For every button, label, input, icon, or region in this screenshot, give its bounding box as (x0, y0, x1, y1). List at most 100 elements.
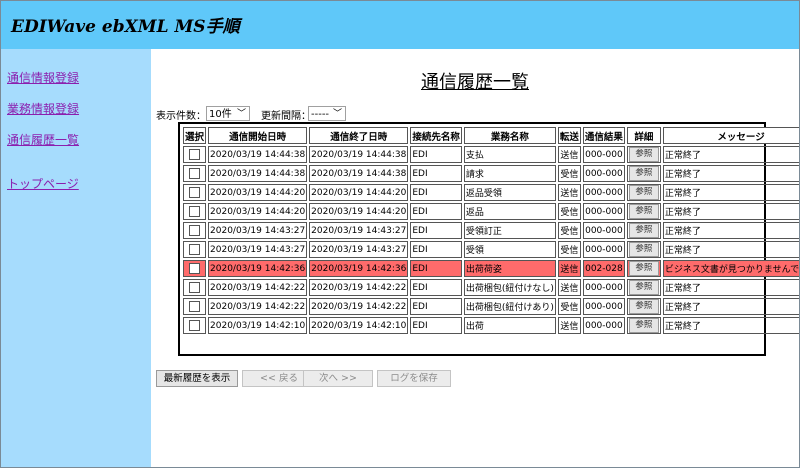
start-time-cell: 2020/03/19 14:44:38 (208, 165, 308, 182)
detail-button[interactable]: 参照 (628, 299, 659, 314)
detail-button[interactable]: 参照 (628, 223, 659, 238)
start-time-cell: 2020/03/19 14:43:27 (208, 241, 308, 258)
direction-cell: 送信 (557, 184, 581, 201)
partner-cell: EDI (410, 184, 462, 201)
detail-cell: 参照 (626, 165, 661, 182)
row-select-checkbox[interactable] (189, 244, 200, 255)
business-cell: 出荷荷姿 (463, 260, 556, 277)
partner-cell: EDI (410, 317, 462, 334)
business-cell: 出荷梱包(紐付けなし) (463, 279, 556, 296)
row-select-cell (183, 146, 207, 163)
display-count-label: 表示件数： (156, 111, 206, 122)
row-select-checkbox[interactable] (189, 282, 200, 293)
end-time-cell: 2020/03/19 14:44:38 (309, 165, 409, 182)
table-row: 2020/03/19 14:42:22 2020/03/19 14:42:22 ED… (183, 298, 799, 315)
row-select-checkbox[interactable] (189, 225, 200, 236)
column-header-detail: 詳細 (626, 127, 661, 144)
business-cell: 請求 (463, 165, 556, 182)
direction-cell: 送信 (557, 317, 581, 334)
detail-cell: 参照 (626, 146, 661, 163)
row-select-cell (183, 260, 207, 277)
partner-cell: EDI (410, 222, 462, 239)
end-time-cell: 2020/03/19 14:43:27 (309, 241, 409, 258)
row-select-cell (183, 279, 207, 296)
detail-button[interactable]: 参照 (628, 147, 659, 162)
business-cell: 受領 (463, 241, 556, 258)
business-cell: 支払 (463, 146, 556, 163)
detail-button[interactable]: 参照 (628, 280, 659, 295)
sidebar-item-top-page[interactable]: トップページ (7, 175, 79, 192)
table-row: 2020/03/19 14:44:20 2020/03/19 14:44:20 ED… (183, 184, 799, 201)
detail-button[interactable]: 参照 (628, 166, 659, 181)
save-log-button[interactable]: ログを保存 (377, 370, 451, 387)
row-select-checkbox[interactable] (189, 263, 200, 274)
table-row: 2020/03/19 14:44:38 2020/03/19 14:44:38 ED… (183, 165, 799, 182)
table-row: 2020/03/19 14:44:38 2020/03/19 14:44:38 ED… (183, 146, 799, 163)
history-table-container: 選択 通信開始日時 通信終了日時 接続先名称 業務名称 転送 通信結果 詳細 メ… (178, 122, 799, 356)
partner-cell: EDI (410, 298, 462, 315)
display-count-select[interactable]: 10件 ﹀ (206, 106, 250, 121)
table-row: 2020/03/19 14:44:20 2020/03/19 14:44:20 ED… (183, 203, 799, 220)
start-time-cell: 2020/03/19 14:44:20 (208, 184, 308, 201)
message-cell: 正常終了 (662, 165, 799, 182)
row-select-cell (183, 317, 207, 334)
direction-cell: 受信 (557, 241, 581, 258)
business-cell: 出荷 (463, 317, 556, 334)
column-header-partner: 接続先名称 (410, 127, 462, 144)
sidebar-item-communication-history[interactable]: 通信履歴一覧 (7, 131, 79, 148)
table-row: 2020/03/19 14:43:27 2020/03/19 14:43:27 ED… (183, 241, 799, 258)
result-cell: 000-000 (582, 184, 625, 201)
detail-button[interactable]: 参照 (628, 242, 659, 257)
detail-cell: 参照 (626, 260, 661, 277)
row-select-cell (183, 184, 207, 201)
detail-button[interactable]: 参照 (628, 185, 659, 200)
next-page-button[interactable]: 次へ >> (303, 370, 373, 387)
display-count-value: 10件 (209, 109, 232, 120)
message-cell: 正常終了 (662, 241, 799, 258)
result-cell: 000-000 (582, 165, 625, 182)
end-time-cell: 2020/03/19 14:43:27 (309, 222, 409, 239)
page-title: 通信履歴一覧 (421, 72, 529, 93)
detail-cell: 参照 (626, 298, 661, 315)
table-row: 2020/03/19 14:43:27 2020/03/19 14:43:27 ED… (183, 222, 799, 239)
message-cell: 正常終了 (662, 317, 799, 334)
business-cell: 受領訂正 (463, 222, 556, 239)
detail-button[interactable]: 参照 (628, 204, 659, 219)
result-cell: 000-000 (582, 298, 625, 315)
message-cell: 正常終了 (662, 279, 799, 296)
row-select-checkbox[interactable] (189, 168, 200, 179)
message-cell: 正常終了 (662, 146, 799, 163)
detail-cell: 参照 (626, 184, 661, 201)
refresh-history-button[interactable]: 最新履歴を表示 (156, 370, 238, 387)
detail-button[interactable]: 参照 (628, 318, 659, 333)
column-header-result: 通信結果 (582, 127, 625, 144)
sidebar-item-communication-settings[interactable]: 通信情報登録 (7, 69, 79, 86)
detail-cell: 参照 (626, 222, 661, 239)
start-time-cell: 2020/03/19 14:43:27 (208, 222, 308, 239)
row-select-checkbox[interactable] (189, 320, 200, 331)
table-row: 2020/03/19 14:42:36 2020/03/19 14:42:36 ED… (183, 260, 799, 277)
sidebar-item-business-settings[interactable]: 業務情報登録 (7, 100, 79, 117)
history-table: 選択 通信開始日時 通信終了日時 接続先名称 業務名称 転送 通信結果 詳細 メ… (181, 125, 799, 336)
update-interval-label: 更新間隔： (261, 111, 311, 122)
row-select-checkbox[interactable] (189, 149, 200, 160)
result-cell: 000-000 (582, 279, 625, 296)
business-cell: 出荷梱包(紐付けあり) (463, 298, 556, 315)
app-title: EDIWave ebXML MS手順 (11, 17, 240, 37)
start-time-cell: 2020/03/19 14:44:20 (208, 203, 308, 220)
end-time-cell: 2020/03/19 14:42:10 (309, 317, 409, 334)
row-select-checkbox[interactable] (189, 301, 200, 312)
sidebar: 通信情報登録 業務情報登録 通信履歴一覧 トップページ (1, 49, 151, 467)
start-time-cell: 2020/03/19 14:42:22 (208, 279, 308, 296)
direction-cell: 受信 (557, 298, 581, 315)
result-cell: 000-000 (582, 317, 625, 334)
detail-button[interactable]: 参照 (628, 261, 659, 276)
partner-cell: EDI (410, 146, 462, 163)
table-row: 2020/03/19 14:42:22 2020/03/19 14:42:22 ED… (183, 279, 799, 296)
row-select-checkbox[interactable] (189, 206, 200, 217)
row-select-checkbox[interactable] (189, 187, 200, 198)
message-cell: 正常終了 (662, 203, 799, 220)
start-time-cell: 2020/03/19 14:42:36 (208, 260, 308, 277)
update-interval-select[interactable]: ----- ﹀ (308, 106, 346, 121)
message-cell: ビジネス文書が見つかりませんでした (662, 260, 799, 277)
